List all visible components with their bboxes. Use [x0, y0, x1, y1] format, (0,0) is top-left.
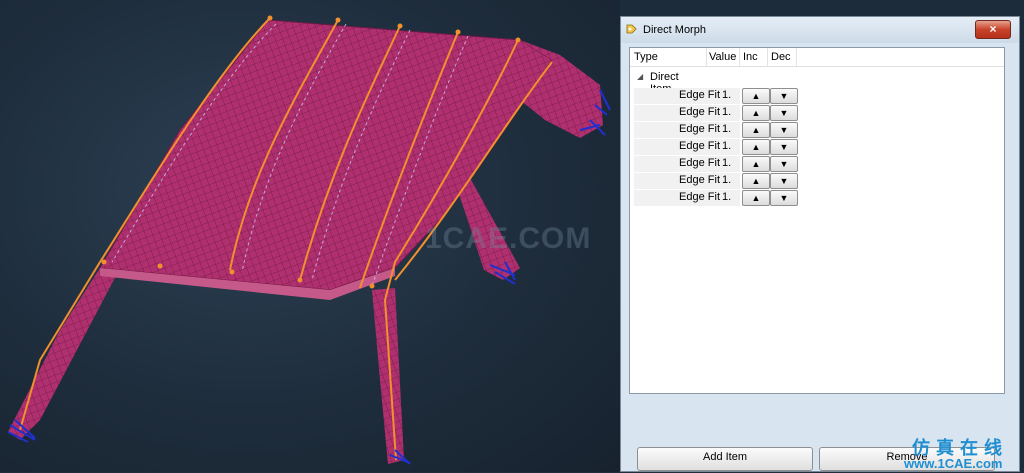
- item-value[interactable]: 1.: [722, 191, 731, 203]
- item-value[interactable]: 1.: [722, 140, 731, 152]
- 3d-viewport[interactable]: 1CAE.COM: [0, 0, 620, 472]
- item-type: Edge Fit: [679, 191, 720, 203]
- decrement-button[interactable]: ▼: [770, 190, 798, 206]
- item-type: Edge Fit: [679, 174, 720, 186]
- dialog-titlebar[interactable]: Direct Morph ×: [621, 17, 1019, 43]
- direct-morph-dialog: Direct Morph × Type Value Inc Dec ◢ Dire…: [620, 16, 1020, 472]
- item-value[interactable]: 1.: [722, 174, 731, 186]
- item-type: Edge Fit: [679, 157, 720, 169]
- increment-button[interactable]: ▲: [742, 173, 770, 189]
- column-type-header[interactable]: Type: [634, 51, 658, 63]
- item-value[interactable]: 1.: [722, 123, 731, 135]
- list-item[interactable]: Edge Fit 1. ▲ ▼: [630, 139, 810, 155]
- column-dec-header[interactable]: Dec: [771, 51, 791, 63]
- list-item[interactable]: Edge Fit 1. ▲ ▼: [630, 88, 810, 104]
- table-header: Type Value Inc Dec: [630, 48, 1004, 67]
- list-item[interactable]: Edge Fit 1. ▲ ▼: [630, 105, 810, 121]
- decrement-button[interactable]: ▼: [770, 139, 798, 155]
- expand-toggle-icon[interactable]: ◢: [637, 72, 643, 81]
- item-value[interactable]: 1.: [722, 106, 731, 118]
- list-item[interactable]: Edge Fit 1. ▲ ▼: [630, 190, 810, 206]
- item-value[interactable]: 1.: [722, 89, 731, 101]
- b-pillar: [372, 288, 404, 464]
- brand-watermark: 仿真在线 www.1CAE.com: [902, 434, 1020, 471]
- decrement-button[interactable]: ▼: [770, 122, 798, 138]
- add-item-button[interactable]: Add Item: [637, 447, 813, 471]
- item-type: Edge Fit: [679, 123, 720, 135]
- morph-tool-icon: [626, 24, 637, 34]
- increment-button[interactable]: ▲: [742, 139, 770, 155]
- increment-button[interactable]: ▲: [742, 156, 770, 172]
- increment-button[interactable]: ▲: [742, 88, 770, 104]
- decrement-button[interactable]: ▼: [770, 88, 798, 104]
- dialog-title: Direct Morph: [643, 24, 706, 36]
- list-item[interactable]: Edge Fit 1. ▲ ▼: [630, 173, 810, 189]
- item-value[interactable]: 1.: [722, 157, 731, 169]
- watermark-text: 1CAE.COM: [425, 222, 592, 255]
- morph-item-table: Type Value Inc Dec ◢ Direct Item Edge Fi…: [629, 47, 1005, 394]
- increment-button[interactable]: ▲: [742, 190, 770, 206]
- decrement-button[interactable]: ▼: [770, 105, 798, 121]
- column-inc-header[interactable]: Inc: [743, 51, 758, 63]
- brand-url: www.1CAE.com: [904, 456, 1003, 471]
- increment-button[interactable]: ▲: [742, 105, 770, 121]
- close-button[interactable]: ×: [975, 20, 1011, 39]
- increment-button[interactable]: ▲: [742, 122, 770, 138]
- decrement-button[interactable]: ▼: [770, 156, 798, 172]
- decrement-button[interactable]: ▼: [770, 173, 798, 189]
- item-type: Edge Fit: [679, 106, 720, 118]
- column-value-header[interactable]: Value: [709, 51, 736, 63]
- item-type: Edge Fit: [679, 89, 720, 101]
- list-item[interactable]: Edge Fit 1. ▲ ▼: [630, 122, 810, 138]
- list-item[interactable]: Edge Fit 1. ▲ ▼: [630, 156, 810, 172]
- item-type: Edge Fit: [679, 140, 720, 152]
